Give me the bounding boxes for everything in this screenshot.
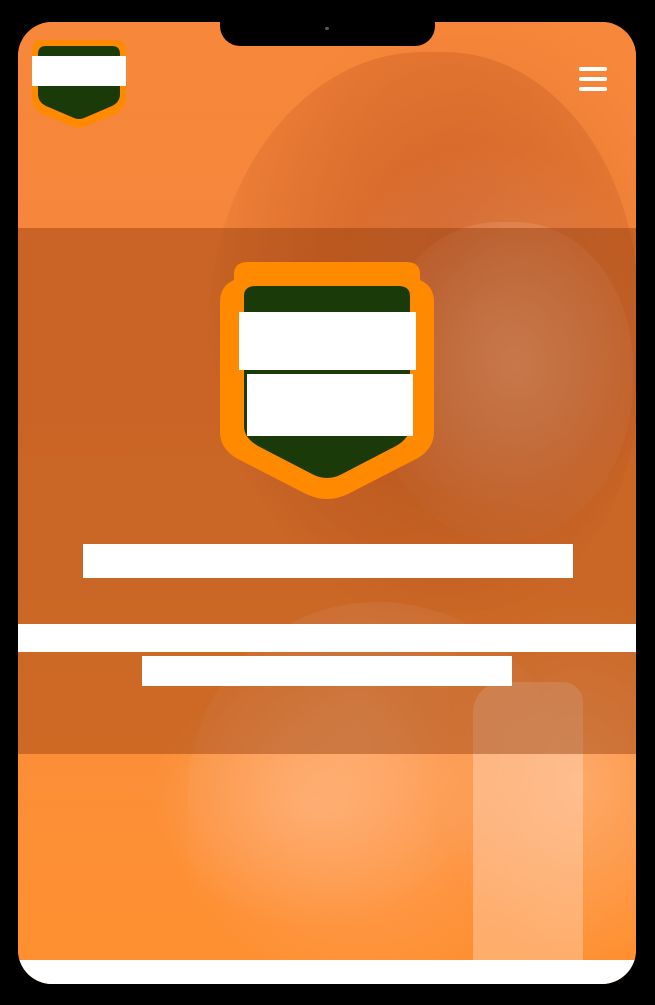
menu-line (579, 77, 607, 81)
camera-dot (325, 27, 329, 30)
shield-logo-icon (220, 262, 434, 499)
shield-logo-icon (32, 40, 126, 128)
hamburger-menu-icon[interactable] (576, 64, 610, 94)
hero-subtitle-line-1 (18, 624, 636, 652)
bottom-section-edge (18, 960, 636, 984)
menu-line (579, 67, 607, 71)
hero-title (83, 544, 573, 578)
screen (18, 22, 636, 984)
menu-line (579, 87, 607, 91)
hero-subtitle-line-2 (142, 656, 512, 686)
hero-logo (220, 262, 434, 500)
header-logo[interactable] (26, 36, 132, 128)
device-notch (220, 0, 435, 46)
